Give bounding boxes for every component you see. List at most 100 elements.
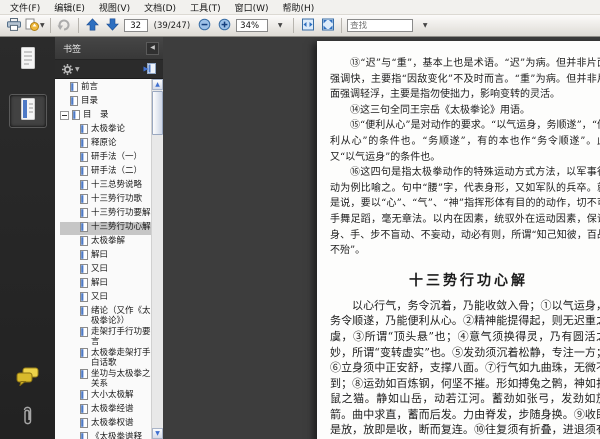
navigation-rail xyxy=(0,37,55,439)
bookmark-page-icon xyxy=(80,369,88,382)
options-gear-button[interactable]: ▼ xyxy=(62,60,80,79)
bookmark-page-icon xyxy=(80,124,88,137)
bookmark-item[interactable]: 又曰 xyxy=(60,292,152,305)
menubar: 文件(F) 编辑(E) 视图(V) 文档(D) 工具(T) 窗口(W) 帮助(H) xyxy=(0,0,600,15)
bookmark-label: 解曰 xyxy=(91,278,109,288)
bookmark-page-icon xyxy=(80,306,88,319)
zoom-in-button[interactable] xyxy=(216,17,233,34)
find-field[interactable] xyxy=(347,19,414,32)
bookmark-item[interactable]: 解曰 xyxy=(60,250,152,263)
bookmark-item[interactable]: 研手法（一） xyxy=(60,152,152,165)
chevron-down-icon: ▼ xyxy=(75,65,80,73)
bookmark-label: 十三势行功歌 xyxy=(91,194,143,204)
bookmark-label: 解曰 xyxy=(91,250,109,260)
menu-item[interactable]: 文档(D) xyxy=(137,0,183,15)
zoom-out-button[interactable] xyxy=(196,17,213,34)
print-button[interactable] xyxy=(5,17,22,34)
menu-item[interactable]: 帮助(H) xyxy=(276,0,322,15)
bookmark-item[interactable]: 绪论（又作《太极拳论》） xyxy=(60,306,152,326)
bookmark-label: 太极拳解 xyxy=(91,236,126,246)
paperclip-icon xyxy=(20,404,35,431)
bookmark-item[interactable]: 坐功与太极拳之关系 xyxy=(60,369,152,389)
bookmark-item[interactable]: 太极拳走架打手白话歌 xyxy=(60,348,152,368)
expand-current-bookmark-button[interactable] xyxy=(143,60,156,79)
scroll-up-button[interactable]: ▲ xyxy=(152,79,163,90)
page-number-input[interactable] xyxy=(123,19,148,32)
menu-item[interactable]: 窗口(W) xyxy=(228,0,276,15)
bookmark-label: 研手法（二） xyxy=(91,166,143,176)
bookmark-item[interactable]: 十三势行功心解 xyxy=(60,222,152,235)
bookmark-page-icon xyxy=(80,432,88,439)
tree-scrollbar[interactable]: ▲ ▼ xyxy=(151,79,163,439)
pages-panel-button[interactable] xyxy=(10,44,46,76)
menu-item[interactable]: 视图(V) xyxy=(92,0,137,15)
bookmark-item[interactable]: 目 录 xyxy=(60,110,152,123)
bookmark-item[interactable]: 研手法（二） xyxy=(60,166,152,179)
bookmark-item[interactable]: 走架打手行功要言 xyxy=(60,327,152,347)
fit-width-button[interactable] xyxy=(299,17,316,34)
bookmark-page-icon xyxy=(72,110,80,123)
zoom-dropdown-button[interactable]: ▼ xyxy=(271,17,288,34)
find-input[interactable] xyxy=(350,20,411,31)
zoom-level-input[interactable]: 34% xyxy=(236,19,269,32)
bookmark-label: 十三势行功心解 xyxy=(91,222,151,232)
bookmark-item[interactable]: 太极拳解 xyxy=(60,236,152,249)
sidebar-tab-title: 书签 xyxy=(63,44,82,55)
document-canvas[interactable]: ⑬“迟”与“重”，基本上也是术语。“迟”为病。但并非片面强调快，主要指“因敌变化… xyxy=(163,37,600,439)
gear-icon xyxy=(62,60,73,79)
comments-panel-button[interactable] xyxy=(10,362,46,394)
bookmark-item[interactable]: 十三势行功歌 xyxy=(60,194,152,207)
bookmark-page-icon xyxy=(80,194,88,207)
attachments-panel-button[interactable] xyxy=(10,401,46,433)
bookmark-page-icon xyxy=(80,180,88,193)
bookmark-item[interactable]: 又曰 xyxy=(60,264,152,277)
find-dropdown-button[interactable]: ▼ xyxy=(416,17,433,34)
bookmark-item[interactable]: 太极拳权谱 xyxy=(60,418,152,431)
bookmark-item[interactable]: 解曰 xyxy=(60,278,152,291)
note-paragraph: ⑯这四句是指太极拳动作的特殊运动方式方法，以军事行动为例比喻之。句中“腰”字，代… xyxy=(330,167,600,257)
menu-item[interactable]: 文件(F) xyxy=(3,0,47,15)
bookmark-label: 前言 xyxy=(81,82,99,92)
bookmark-page-icon xyxy=(80,152,88,165)
bookmarks-sidebar: 书签 ◀ ▼ 前言 目录目 录太极拳论 释原论 研手法（一） 研手法（二） 十三总势说略十 xyxy=(55,37,163,439)
bookmarks-panel-button[interactable] xyxy=(8,94,47,128)
export-button[interactable]: ▼ xyxy=(25,17,45,34)
pages-panel-icon xyxy=(18,46,38,74)
bookmark-item[interactable]: 十三势行功要解 xyxy=(60,208,152,221)
next-page-button[interactable] xyxy=(104,17,121,34)
down-arrow-icon xyxy=(105,16,119,35)
bookmark-item[interactable]: 大小太极解 xyxy=(60,390,152,403)
collapse-panel-button[interactable]: ◀ xyxy=(146,41,159,55)
previous-view-button[interactable] xyxy=(56,17,73,34)
scrollbar-thumb[interactable] xyxy=(152,91,163,135)
expand-bookmark-icon xyxy=(143,60,156,79)
up-arrow-icon xyxy=(85,16,99,35)
scroll-down-button[interactable]: ▼ xyxy=(152,428,163,439)
bookmark-label: 又曰 xyxy=(91,292,109,302)
fullscreen-button[interactable] xyxy=(319,17,336,34)
bookmark-item[interactable]: 《太极拳谱释义》歌诀一 xyxy=(60,432,152,439)
collapse-expander-icon[interactable] xyxy=(60,111,69,120)
annotation-notes: ⑬“迟”与“重”，基本上也是术语。“迟”为病。但并非片面强调快，主要指“因敌变化… xyxy=(330,56,600,259)
bookmark-label: 目录 xyxy=(81,96,99,106)
zoom-out-icon xyxy=(198,16,211,35)
bookmark-item[interactable]: 太极拳论 xyxy=(60,124,152,137)
bookmark-item[interactable]: 十三总势说略 xyxy=(60,180,152,193)
bookmark-page-icon xyxy=(80,138,88,151)
printer-icon xyxy=(6,16,21,35)
bookmark-item[interactable]: 前言 xyxy=(60,82,152,95)
bookmark-item[interactable]: 目录 xyxy=(60,96,152,109)
pdf-reader-window: 文件(F) 编辑(E) 视图(V) 文档(D) 工具(T) 窗口(W) 帮助(H) ▼ xyxy=(0,0,600,439)
menu-item[interactable]: 编辑(E) xyxy=(47,0,92,15)
menu-item[interactable]: 工具(T) xyxy=(183,0,228,15)
previous-page-button[interactable] xyxy=(84,17,101,34)
bookmark-item[interactable]: 太极拳经谱 xyxy=(60,404,152,417)
sidebar-options-bar: ▼ xyxy=(55,60,163,79)
bookmark-item[interactable]: 释原论 xyxy=(60,138,152,151)
toolbar: ▼ (39/247) xyxy=(0,15,600,37)
bookmark-label: 走架打手行功要言 xyxy=(91,327,151,347)
toolbar-separator xyxy=(341,18,343,33)
bookmark-label: 研手法（一） xyxy=(91,152,143,162)
bookmark-page-icon xyxy=(80,418,88,431)
bookmark-page-icon xyxy=(80,166,88,179)
